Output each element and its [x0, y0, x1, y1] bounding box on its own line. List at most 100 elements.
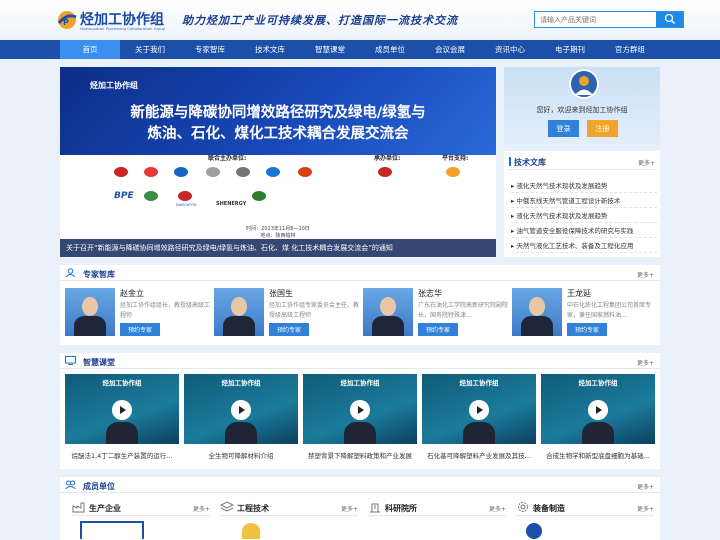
member-logo[interactable] [242, 523, 260, 539]
book-expert-button[interactable]: 预约专家 [567, 323, 607, 336]
member-category-more-link[interactable]: 更多+ [489, 504, 506, 513]
expert-name: 张国生 [269, 289, 293, 298]
play-icon[interactable] [588, 400, 608, 420]
course-thumb-logo: 烃加工协作组 [340, 379, 380, 387]
login-panel: 您好，欢迎来到烃加工协作组 登录 注册 [504, 67, 660, 149]
member-category-title: 科研院所 [385, 504, 417, 513]
banner-logo: 烃加工协作组 [90, 80, 138, 90]
play-icon[interactable] [112, 400, 132, 420]
course-title[interactable]: 禁塑背景下降解塑料政策和产业发展 [303, 450, 417, 460]
divider [72, 515, 210, 516]
expert-name: 赵金立 [120, 289, 144, 298]
tech-library-item[interactable]: ▸ 液化天然气技术现状及发展趋势 [511, 180, 657, 193]
courses-more-link[interactable]: 更多+ [637, 358, 654, 367]
nav-conferences[interactable]: 会议会展 [420, 40, 480, 59]
expert-desc: 烃加工协作组专家委员会主任、教授级高级工程师 [269, 302, 359, 319]
nav-members[interactable]: 成员单位 [360, 40, 420, 59]
tech-library-more-link[interactable]: 更多+ [638, 158, 655, 167]
tech-library-item[interactable]: ▸ 液化天然气技术现状及发展趋势 [511, 210, 657, 223]
nav-news[interactable]: 资讯中心 [480, 40, 540, 59]
org-logo-shenergy: SHENERGY [216, 201, 247, 207]
nav-experts[interactable]: 专家智库 [180, 40, 240, 59]
member-logo[interactable] [526, 523, 542, 539]
org-logo [174, 167, 188, 177]
members-section: 成员单位 更多+ 生产企业 更多+ 工程技术 更多+ 科研院所 更多+ 装备制造… [60, 477, 660, 540]
nav-groups[interactable]: 官方群组 [600, 40, 660, 59]
banner-joint-label: 联合主办单位: [208, 155, 247, 162]
tech-library-item[interactable]: ▸ 油气管道安全服役保障技术的研究与实践 [511, 225, 657, 238]
course-card[interactable]: 烃加工协作组 禁塑背景下降解塑料政策和产业发展 [303, 374, 417, 462]
register-button[interactable]: 注册 [587, 120, 618, 137]
member-category-more-link[interactable]: 更多+ [637, 504, 654, 513]
course-thumbnail: 烃加工协作组 [422, 374, 536, 444]
play-icon[interactable] [469, 400, 489, 420]
book-expert-button[interactable]: 预约专家 [120, 323, 160, 336]
member-category-more-link[interactable]: 更多+ [341, 504, 358, 513]
course-card[interactable]: 烃加工协作组 石化基可降解塑料产业发展及其技... [422, 374, 536, 462]
tech-library-item[interactable]: ▸ 中俄东线天然气管道工程设计新技术 [511, 195, 657, 208]
expert-photo [214, 288, 264, 336]
tech-library-item-label: 中俄东线天然气管道工程设计新技术 [516, 197, 621, 205]
courses-header: 智慧课堂 更多+ [60, 353, 660, 369]
course-thumbnail: 烃加工协作组 [541, 374, 655, 444]
member-category: 工程技术 更多+ [220, 499, 358, 539]
course-title[interactable]: 烷醚法1,4丁二醇生产装置的运行... [65, 450, 179, 460]
expert-card[interactable]: 王龙延 中石化炼化工程集团公司首席专家，兼任国家燃料油... 预约专家 [512, 288, 652, 336]
section-accent-bar [509, 157, 511, 166]
org-logo [144, 191, 158, 201]
course-card[interactable]: 烃加工协作组 烷醚法1,4丁二醇生产装置的运行... [65, 374, 179, 462]
members-more-link[interactable]: 更多+ [637, 482, 654, 491]
nav-home[interactable]: 首页 [60, 40, 120, 59]
play-icon[interactable] [231, 400, 251, 420]
member-logo[interactable] [80, 521, 144, 539]
nav-journal[interactable]: 电子期刊 [540, 40, 600, 59]
search-icon [664, 13, 675, 24]
nav-smart-classroom[interactable]: 智慧课堂 [300, 40, 360, 59]
divider [220, 515, 358, 516]
expert-desc: 中石化炼化工程集团公司首席专家，兼任国家燃料油... [567, 302, 652, 319]
banner-title-line2: 炼油、石化、煤化工技术耦合发展交流会 [147, 126, 409, 142]
experts-header: 专家智库 更多+ [60, 265, 660, 281]
member-category-title: 装备制造 [533, 504, 565, 513]
banner-header: 烃加工协作组 新能源与降碳协同增效路径研究及绿电/绿氢与 炼油、石化、煤化工技术… [60, 67, 496, 155]
book-expert-button[interactable]: 预约专家 [269, 323, 309, 336]
nav-tech-library[interactable]: 技术文库 [240, 40, 300, 59]
org-logo [144, 167, 158, 177]
divider [368, 515, 506, 516]
course-thumbnail: 烃加工协作组 [184, 374, 298, 444]
expert-card[interactable]: 张国生 烃加工协作组专家委员会主任、教授级高级工程师 预约专家 [214, 288, 359, 336]
banner-platform-label: 平台支持: [442, 155, 469, 162]
logo-icon[interactable]: P [56, 10, 78, 30]
org-logo [252, 191, 266, 201]
tech-library-item-label: 油气管道安全服役保障技术的研究与实践 [516, 227, 634, 235]
course-card[interactable]: 烃加工协作组 合成生物学和新型底盘细胞为基础... [541, 374, 655, 462]
expert-card[interactable]: 赵金立 烃加工协作组组长，教授级高级工程师 预约专家 [65, 288, 210, 336]
course-card[interactable]: 烃加工协作组 全生物可降解材料介绍 [184, 374, 298, 462]
login-button[interactable]: 登录 [548, 120, 579, 137]
search-input[interactable] [535, 12, 657, 27]
tech-library-item[interactable]: ▸ 天然气液化工艺技术、装备及工程化应用 [511, 240, 657, 253]
book-expert-button[interactable]: 预约专家 [418, 323, 458, 336]
expert-name: 王龙延 [567, 289, 591, 298]
course-title[interactable]: 全生物可降解材料介绍 [184, 450, 298, 460]
course-title[interactable]: 石化基可降解塑料产业发展及其技... [422, 450, 536, 460]
nav-about[interactable]: 关于我们 [120, 40, 180, 59]
member-category-more-link[interactable]: 更多+ [193, 504, 210, 513]
expert-card[interactable]: 张志华 广东石油化工学院高新研究院副院长，国务院特殊津... 预约专家 [363, 288, 508, 336]
expert-desc: 烃加工协作组组长，教授级高级工程师 [120, 302, 210, 319]
org-logo [114, 167, 128, 177]
experts-more-link[interactable]: 更多+ [637, 270, 654, 279]
play-icon[interactable] [350, 400, 370, 420]
course-title[interactable]: 合成生物学和新型底盘细胞为基础... [541, 450, 655, 460]
banner-caption-link[interactable]: 关于召开“新能源与降碳协同增效路径研究及绿电/绿氢与炼油、石化、煤 化工技术耦合… [60, 239, 496, 257]
group-icon [65, 480, 76, 489]
hero-banner[interactable]: 烃加工协作组 新能源与降碳协同增效路径研究及绿电/绿氢与 炼油、石化、煤化工技术… [60, 67, 496, 257]
welcome-text: 您好，欢迎来到烃加工协作组 [536, 106, 628, 114]
site-header: P 烃加工协作组 Hydrocarbon Processing Collabor… [0, 0, 720, 40]
banner-date: 时间：2023年11月8—10日 [246, 226, 310, 232]
svg-text:P: P [63, 18, 69, 27]
search-button[interactable] [656, 12, 683, 27]
expert-name: 张志华 [418, 289, 442, 298]
experts-section: 专家智库 更多+ 赵金立 烃加工协作组组长，教授级高级工程师 预约专家 张国生 … [60, 265, 660, 345]
banner-title-line1: 新能源与降碳协同增效路径研究及绿电/绿氢与 [130, 105, 426, 121]
